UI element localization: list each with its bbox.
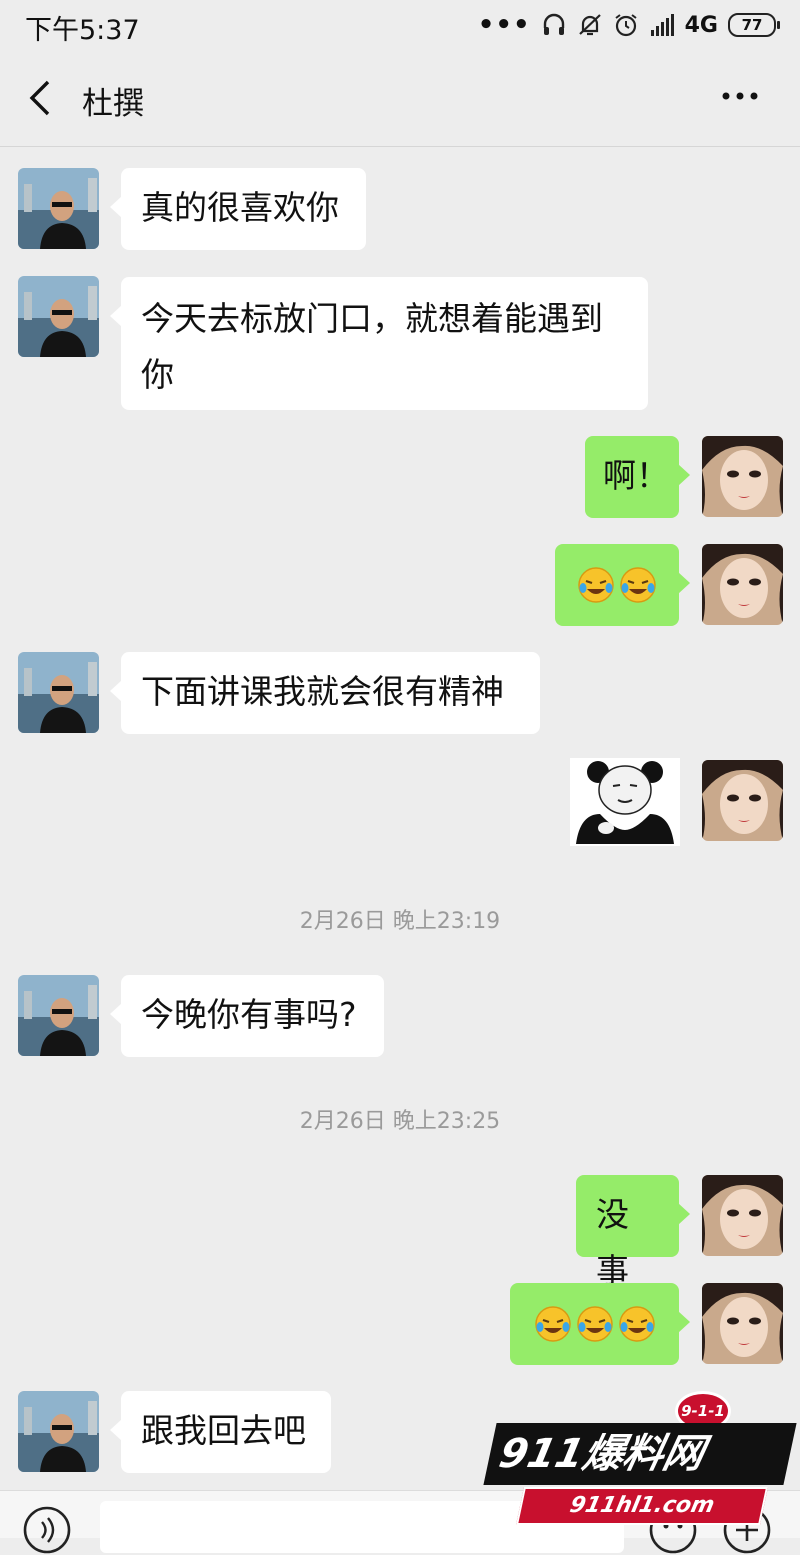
message-text-line: 你: [141, 355, 174, 394]
alarm-icon: [615, 14, 637, 37]
contact-avatar[interactable]: [18, 652, 99, 733]
outgoing-message[interactable]: 啊！: [585, 436, 690, 518]
headset-icon: [543, 13, 564, 35]
incoming-message[interactable]: 跟我回去吧: [110, 1391, 331, 1473]
laugh-cry-emoji: [620, 567, 656, 603]
self-avatar[interactable]: [702, 436, 783, 517]
incoming-message[interactable]: 今晚你有事吗?: [110, 975, 384, 1057]
laugh-cry-emoji: [576, 1306, 613, 1342]
status-icons: ••• 4G 77: [477, 10, 780, 40]
watermark-title: 911爆料网: [483, 1423, 797, 1485]
chat-title: 杜撰: [82, 86, 144, 122]
contact-avatar[interactable]: [18, 276, 99, 357]
contact-avatar[interactable]: [18, 1391, 99, 1472]
voice-icon[interactable]: [22, 1505, 72, 1555]
outgoing-message[interactable]: 没事: [576, 1175, 690, 1290]
contact-avatar[interactable]: [18, 975, 99, 1056]
message-text: 没事: [596, 1195, 629, 1290]
message-text: 今晚你有事吗?: [141, 995, 357, 1034]
self-avatar[interactable]: [702, 760, 783, 841]
bell-muted-icon: [578, 14, 601, 36]
chat-header: 杜撰: [0, 50, 800, 147]
message-text-line: 今天去标放门口，就想着能遇到: [141, 299, 603, 338]
incoming-message[interactable]: 下面讲课我就会很有精神: [110, 652, 540, 734]
laugh-cry-emoji: [618, 1306, 655, 1342]
message-timestamp: 2月26日 晚上23:19: [299, 909, 501, 934]
self-avatar[interactable]: [702, 1283, 783, 1364]
incoming-message[interactable]: 真的很喜欢你: [110, 168, 366, 250]
laugh-cry-emoji: [578, 567, 614, 603]
watermark-logo: 9-1-1 911爆料网 911hl1.com: [470, 1383, 800, 1537]
self-avatar[interactable]: [702, 1175, 783, 1256]
panda-meme-sticker[interactable]: [570, 758, 680, 846]
signal-icon: [650, 14, 674, 36]
contact-avatar[interactable]: [18, 168, 99, 249]
chevron-left-icon[interactable]: [22, 78, 62, 118]
message-text: 下面讲课我就会很有精神: [141, 672, 504, 711]
network-type: 4G: [684, 12, 718, 38]
more-dots-icon[interactable]: [720, 84, 760, 108]
laugh-cry-emoji: [534, 1306, 571, 1342]
message-text: 跟我回去吧: [141, 1411, 306, 1450]
message-text: 啊！: [603, 456, 669, 495]
battery-icon: 77: [728, 13, 780, 37]
more-dots-icon: •••: [477, 10, 531, 40]
watermark-url: 911hl1.com: [515, 1487, 769, 1525]
message-timestamp: 2月26日 晚上23:25: [299, 1109, 501, 1134]
self-avatar[interactable]: [702, 544, 783, 625]
status-time: 下午5:37: [25, 15, 140, 46]
incoming-message[interactable]: 今天去标放门口，就想着能遇到 你: [110, 277, 648, 410]
outgoing-emoji-message[interactable]: [555, 544, 690, 626]
outgoing-emoji-message[interactable]: [510, 1283, 690, 1365]
message-text: 真的很喜欢你: [141, 188, 339, 227]
status-bar: 下午5:37 ••• 4G 77: [0, 0, 800, 50]
